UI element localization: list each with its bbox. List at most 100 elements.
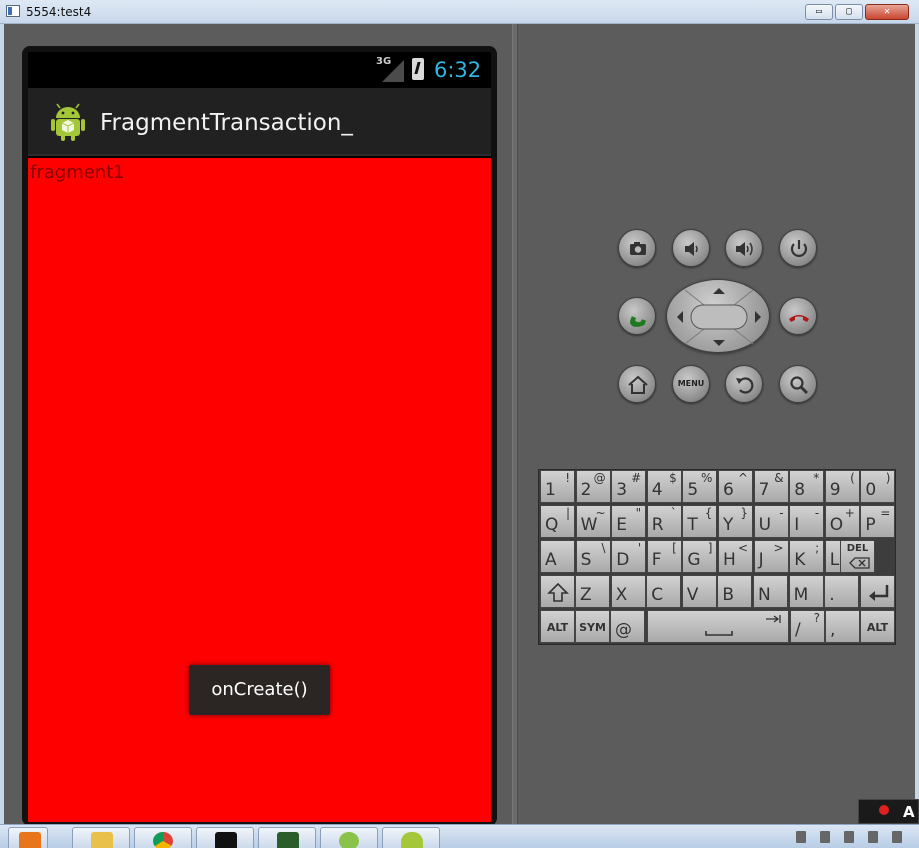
key-row4-3[interactable]: V bbox=[681, 575, 717, 608]
key-alt-left[interactable]: ALT bbox=[540, 610, 575, 643]
search-icon bbox=[790, 376, 809, 395]
close-button[interactable]: ✕ bbox=[865, 4, 909, 20]
key-row2-9[interactable]: P = bbox=[860, 505, 896, 538]
key-space[interactable] bbox=[647, 610, 789, 643]
taskbar-media-player[interactable] bbox=[8, 827, 48, 848]
key-row4-7[interactable]: . bbox=[824, 575, 860, 608]
sdk-icon bbox=[339, 832, 359, 848]
key-row2-8[interactable]: O + bbox=[824, 505, 860, 538]
taskbar-monitor[interactable] bbox=[258, 827, 316, 848]
status-clock: 6:32 bbox=[434, 58, 482, 82]
ime-indicator[interactable]: A bbox=[858, 799, 919, 824]
volume-down-icon bbox=[685, 242, 698, 256]
tray-volume-icon[interactable] bbox=[868, 831, 878, 843]
minimize-button[interactable]: ▭ bbox=[805, 4, 833, 20]
key-row1-6[interactable]: 7 & bbox=[753, 470, 789, 503]
volume-down-button[interactable] bbox=[672, 229, 710, 267]
key-row3-2[interactable]: D ' bbox=[611, 540, 647, 573]
search-button[interactable] bbox=[779, 365, 817, 403]
key-row3-1[interactable]: S \ bbox=[575, 540, 611, 573]
key-shift-label: > bbox=[773, 541, 784, 555]
key-row2-7[interactable]: I- bbox=[789, 505, 825, 538]
key-row4-2[interactable]: C bbox=[646, 575, 682, 608]
key-row2-2[interactable]: E " bbox=[611, 505, 647, 538]
dpad[interactable] bbox=[666, 279, 770, 353]
key-label: U bbox=[758, 515, 772, 535]
key-label: A bbox=[545, 550, 557, 570]
taskbar-chrome[interactable] bbox=[134, 827, 192, 848]
key-row3-0[interactable]: A bbox=[540, 540, 575, 573]
key-row1-5[interactable]: 6 ^ bbox=[718, 470, 753, 503]
key-shift-label: ) bbox=[885, 471, 891, 485]
key-row1-9[interactable]: 0) bbox=[860, 470, 896, 503]
key-row3-7[interactable]: K; bbox=[789, 540, 825, 573]
key-at[interactable]: @ bbox=[610, 610, 645, 643]
key-label: E bbox=[616, 515, 627, 535]
chrome-icon bbox=[153, 832, 173, 848]
key-slash[interactable]: / ? bbox=[790, 610, 825, 643]
key-row3-4[interactable]: G] bbox=[682, 540, 718, 573]
key-sym[interactable]: SYM bbox=[575, 610, 610, 643]
key-label: 1 bbox=[545, 480, 556, 500]
taskbar-cmd[interactable] bbox=[196, 827, 254, 848]
key-row2-1[interactable]: W ~ bbox=[575, 505, 611, 538]
key-row1-0[interactable]: 1! bbox=[540, 470, 575, 503]
key-row3-3[interactable]: F[ bbox=[646, 540, 682, 573]
key-comma[interactable]: , bbox=[825, 610, 860, 643]
key-row1-2[interactable]: 3 # bbox=[611, 470, 647, 503]
back-button[interactable] bbox=[725, 365, 763, 403]
tray-network-icon[interactable] bbox=[844, 831, 854, 843]
fragment-container[interactable]: fragment1 onCreate() bbox=[28, 158, 491, 822]
key-row2-5[interactable]: Y} bbox=[718, 505, 753, 538]
taskbar-emulator[interactable] bbox=[382, 827, 440, 848]
key-row1-7[interactable]: 8 * bbox=[789, 470, 825, 503]
window-titlebar[interactable]: 5554:test4 ▭ ▢ ✕ bbox=[0, 0, 919, 24]
key-label: 7 bbox=[758, 480, 770, 500]
window-title: 5554:test4 bbox=[26, 5, 92, 19]
end-call-button[interactable] bbox=[779, 297, 817, 335]
key-alt-right[interactable]: ALT bbox=[860, 610, 895, 643]
key-shift[interactable] bbox=[540, 575, 575, 608]
key-row1-3[interactable]: 4 $ bbox=[646, 470, 682, 503]
key-row2-6[interactable]: U- bbox=[753, 505, 789, 538]
key-row4-6[interactable]: M bbox=[788, 575, 824, 608]
key-row4-0[interactable]: Z bbox=[575, 575, 610, 608]
key-row2-0[interactable]: Q | bbox=[540, 505, 575, 538]
home-button[interactable] bbox=[618, 365, 656, 403]
key-shift-label: # bbox=[631, 471, 642, 485]
taskbar-explorer[interactable] bbox=[72, 827, 130, 848]
key-shift-label: } bbox=[740, 506, 748, 520]
key-row2-3[interactable]: R ` bbox=[646, 505, 682, 538]
key-shift-label: - bbox=[779, 506, 784, 520]
key-row4-4[interactable]: B bbox=[717, 575, 753, 608]
key-row2-4[interactable]: T{ bbox=[682, 505, 718, 538]
maximize-button[interactable]: ▢ bbox=[835, 4, 863, 20]
key-row4-1[interactable]: X bbox=[610, 575, 646, 608]
key-row1-4[interactable]: 5% bbox=[682, 470, 718, 503]
taskbar-sdk[interactable] bbox=[320, 827, 378, 848]
call-button[interactable] bbox=[618, 297, 656, 335]
key-enter[interactable] bbox=[860, 575, 895, 608]
backspace-icon bbox=[849, 557, 870, 569]
key-shift-label: $ bbox=[669, 471, 677, 485]
key-row4-5[interactable]: N bbox=[753, 575, 788, 608]
key-row3-5[interactable]: H < bbox=[718, 540, 753, 573]
key-row3-6[interactable]: J > bbox=[753, 540, 789, 573]
key-row1-1[interactable]: 2 @ bbox=[575, 470, 611, 503]
menu-button[interactable]: MENU bbox=[672, 365, 710, 403]
key-shift-label: ` bbox=[670, 506, 677, 520]
camera-icon bbox=[630, 242, 646, 255]
key-del[interactable]: DEL bbox=[840, 540, 875, 573]
volume-up-button[interactable] bbox=[725, 229, 763, 267]
app-title: FragmentTransaction_ bbox=[100, 110, 353, 136]
key-row1-8[interactable]: 9( bbox=[824, 470, 860, 503]
tray-battery-icon[interactable] bbox=[892, 831, 902, 843]
key-shift-label: * bbox=[813, 471, 820, 485]
space-icon bbox=[705, 615, 781, 636]
device-screen[interactable]: 3G 6:32 FragmentTransaction_ fragment1 o… bbox=[28, 52, 491, 822]
tray-flag-icon[interactable] bbox=[820, 831, 830, 843]
tray-arrow-icon[interactable] bbox=[796, 831, 806, 843]
power-button[interactable] bbox=[779, 229, 817, 267]
camera-button[interactable] bbox=[618, 229, 656, 267]
ime-status-icon bbox=[879, 805, 889, 815]
